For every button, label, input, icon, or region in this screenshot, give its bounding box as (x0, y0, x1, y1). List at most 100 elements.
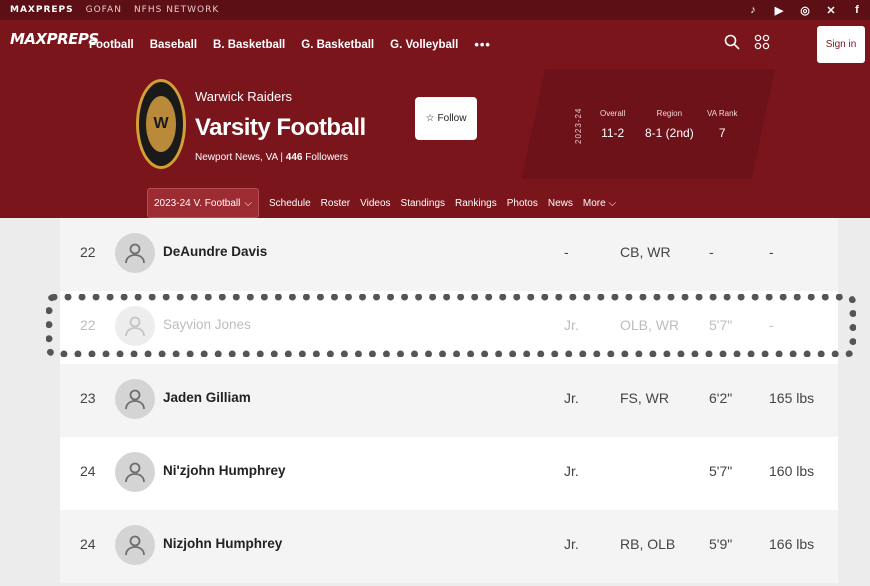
player-weight: 160 lbs (769, 463, 815, 479)
season-selector-label: 2023-24 V. Football (154, 197, 241, 209)
stat-label: Region (656, 109, 683, 118)
youtube-icon[interactable]: ▶ (772, 4, 786, 17)
followers-count: 446 (285, 152, 303, 163)
team-header: W Warwick Raiders Varsity Football Newpo… (0, 69, 870, 218)
table-row[interactable]: 22 DeAundre Davis - CB, WR - - (60, 218, 838, 291)
sign-in-button[interactable]: Sign in (817, 26, 865, 63)
nav-more-button[interactable]: ••• (474, 37, 491, 52)
social-links: ♪ ▶ ◎ ✕ f (746, 0, 864, 20)
location-text: Newport News, VA (195, 152, 278, 163)
player-position: FS, WR (620, 390, 669, 406)
nav-girls-basketball[interactable]: G. Basketball (301, 39, 374, 51)
facebook-icon[interactable]: f (850, 4, 864, 16)
user-icon (125, 535, 145, 556)
raider-mascot-icon: W (146, 96, 176, 152)
jersey-number: 24 (80, 463, 96, 479)
stat-region: Region 8-1 (2nd) (645, 109, 694, 140)
nfhs-network-link[interactable]: NFHS NETWORK (134, 5, 219, 15)
user-icon (125, 389, 145, 410)
season-selector[interactable]: 2023-24 V. Football ⌵ (147, 188, 259, 218)
nav-boys-basketball[interactable]: B. Basketball (213, 39, 285, 51)
tab-schedule[interactable]: Schedule (269, 198, 311, 209)
player-height: - (709, 244, 714, 260)
jersey-number: 22 (80, 317, 96, 333)
search-icon[interactable] (724, 34, 740, 55)
star-icon: ☆ (425, 113, 435, 124)
school-name[interactable]: Warwick Raiders (195, 89, 292, 104)
stat-value: 11-2 (601, 126, 625, 140)
player-name[interactable]: DeAundre Davis (163, 244, 267, 259)
player-grade: - (564, 244, 569, 260)
gofan-network-link[interactable]: GOFAN (86, 5, 122, 15)
network-bar: MAXPREPS GOFAN NFHS NETWORK ♪ ▶ ◎ ✕ f (0, 0, 870, 20)
team-title: Varsity Football (195, 114, 366, 141)
tab-standings[interactable]: Standings (401, 198, 445, 209)
followers-label: Followers (305, 152, 349, 163)
avatar (115, 379, 155, 419)
tab-more-label: More (582, 197, 606, 209)
team-location: Newport News, VA | 446 Followers (195, 152, 349, 163)
x-icon[interactable]: ✕ (824, 4, 838, 17)
player-grade: Jr. (564, 317, 579, 333)
stat-value: 7 (718, 126, 726, 140)
jersey-number: 22 (80, 244, 96, 260)
player-position: OLB, WR (620, 317, 680, 333)
stat-value: 8-1 (2nd) (645, 126, 694, 140)
avatar (115, 452, 155, 492)
tiktok-icon[interactable]: ♪ (746, 4, 760, 16)
player-weight: - (769, 244, 774, 260)
nav-girls-volleyball[interactable]: G. Volleyball (390, 39, 458, 51)
user-icon (125, 316, 145, 337)
tab-roster[interactable]: Roster (321, 198, 350, 209)
instagram-icon[interactable]: ◎ (798, 4, 812, 17)
tab-videos[interactable]: Videos (360, 198, 390, 209)
table-row[interactable]: 24 Nizjohn Humphrey Jr. RB, OLB 5'9" 166… (60, 510, 838, 583)
sport-links: Football Baseball B. Basketball G. Baske… (89, 20, 491, 69)
table-row[interactable]: 22 Sayvion Jones Jr. OLB, WR 5'7" - (60, 291, 838, 364)
player-name[interactable]: Nizjohn Humphrey (163, 536, 282, 551)
table-row[interactable]: 24 Ni'zjohn Humphrey Jr. 5'7" 160 lbs (60, 437, 838, 510)
player-name[interactable]: Sayvion Jones (163, 317, 251, 332)
player-weight: - (769, 317, 774, 333)
apps-grid-icon[interactable] (754, 34, 770, 55)
roster-list: 22 DeAundre Davis - CB, WR - - 22 Sayvio… (60, 218, 838, 586)
player-name[interactable]: Jaden Gilliam (163, 390, 251, 405)
player-height: 5'7" (709, 317, 733, 333)
jersey-number: 24 (80, 536, 96, 552)
player-grade: Jr. (564, 463, 579, 479)
maxpreps-network-link[interactable]: MAXPREPS (10, 5, 74, 15)
jersey-number: 23 (80, 390, 96, 406)
follow-button[interactable]: ☆ Follow (415, 97, 477, 140)
player-height: 5'7" (709, 463, 733, 479)
tab-rankings[interactable]: Rankings (455, 198, 497, 209)
season-label: 2023-24 (574, 107, 583, 145)
player-position: RB, OLB (620, 536, 676, 552)
nav-baseball[interactable]: Baseball (150, 39, 197, 51)
tab-news[interactable]: News (548, 198, 573, 209)
nav-football[interactable]: Football (89, 39, 134, 51)
avatar (115, 233, 155, 273)
table-row[interactable]: 23 Jaden Gilliam Jr. FS, WR 6'2" 165 lbs (60, 364, 838, 437)
maxpreps-logo[interactable]: MAXPREPS (10, 30, 99, 48)
team-subnav: 2023-24 V. Football ⌵ Schedule Roster Vi… (147, 188, 626, 218)
player-position: CB, WR (620, 244, 671, 260)
player-height: 5'9" (709, 536, 733, 552)
follow-label: Follow (437, 113, 467, 124)
player-grade: Jr. (564, 390, 579, 406)
main-nav: MAXPREPS Football Baseball B. Basketball… (0, 20, 870, 69)
player-name[interactable]: Ni'zjohn Humphrey (163, 463, 285, 478)
user-icon (125, 243, 145, 264)
team-logo: W (136, 79, 186, 169)
stat-va-rank: VA Rank 7 (707, 109, 738, 140)
tab-more[interactable]: More ⌵ (583, 198, 616, 209)
player-grade: Jr. (564, 536, 579, 552)
avatar (115, 525, 155, 565)
chevron-down-icon: ⌵ (244, 197, 252, 209)
player-weight: 166 lbs (769, 536, 815, 552)
player-weight: 165 lbs (769, 390, 815, 406)
chevron-down-icon: ⌵ (608, 197, 617, 209)
tab-photos[interactable]: Photos (507, 198, 538, 209)
logo-text: MAXPREPS (10, 30, 99, 48)
nav-icons (724, 34, 770, 55)
avatar (115, 306, 155, 346)
